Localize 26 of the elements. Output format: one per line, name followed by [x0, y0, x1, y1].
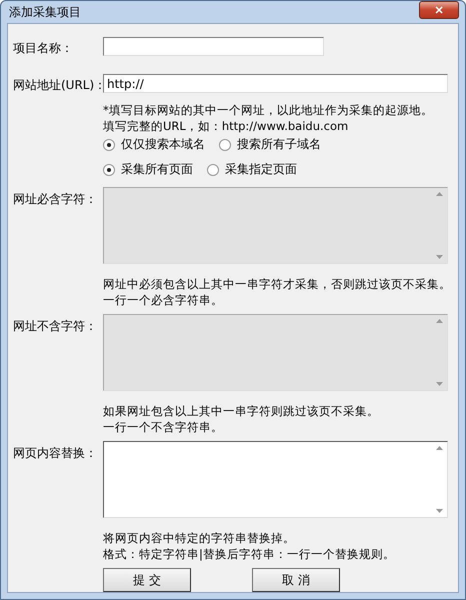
field-label: 网站地址(URL)：: [13, 77, 103, 94]
hint-text: *填写目标网站的其中一个网址，以此地址作为采集的起源地。: [103, 102, 434, 118]
input-field[interactable]: http://: [103, 74, 448, 93]
input-field[interactable]: [103, 37, 324, 56]
hint-text: 将网页内容中特定的字符串替换掉。: [103, 530, 296, 546]
radio-option[interactable]: 搜索所有子域名: [219, 136, 321, 153]
field-label: 网址不含字符：: [13, 318, 98, 335]
hint-text: 填写完整的URL，如：http://www.baidu.com: [103, 118, 350, 134]
window-title: 添加采集项目: [8, 4, 81, 20]
scroll-up-icon[interactable]: [436, 446, 443, 450]
radio-option[interactable]: 采集指定页面: [207, 161, 297, 178]
radio-option[interactable]: 采集所有页面: [103, 161, 193, 178]
hint-text: 一行一个不含字符串。: [103, 419, 224, 435]
text-area[interactable]: [103, 441, 448, 518]
submit-button[interactable]: 提 交: [103, 568, 191, 592]
scroll-down-icon[interactable]: [436, 509, 443, 513]
hint-text: 网址中必须包含以上其中一串字符才采集，否则跳过该页不采集。: [103, 276, 452, 292]
hint-text: 一行一个必含字符串。: [103, 292, 224, 308]
hint-text: 如果网址包含以上其中一串字符则跳过该页不采集。: [103, 403, 380, 419]
field-label: 网址必含字符：: [13, 191, 98, 208]
field-label: 项目名称：: [13, 40, 74, 57]
close-button[interactable]: ✕: [419, 1, 459, 19]
radio-option[interactable]: 仅仅搜索本域名: [103, 136, 205, 153]
field-label: 网页内容替换：: [13, 445, 98, 462]
cancel-button[interactable]: 取 消: [252, 568, 340, 592]
hint-text: 格式：特定字符串|替换后字符串：一行一个替换规则。: [103, 546, 396, 562]
